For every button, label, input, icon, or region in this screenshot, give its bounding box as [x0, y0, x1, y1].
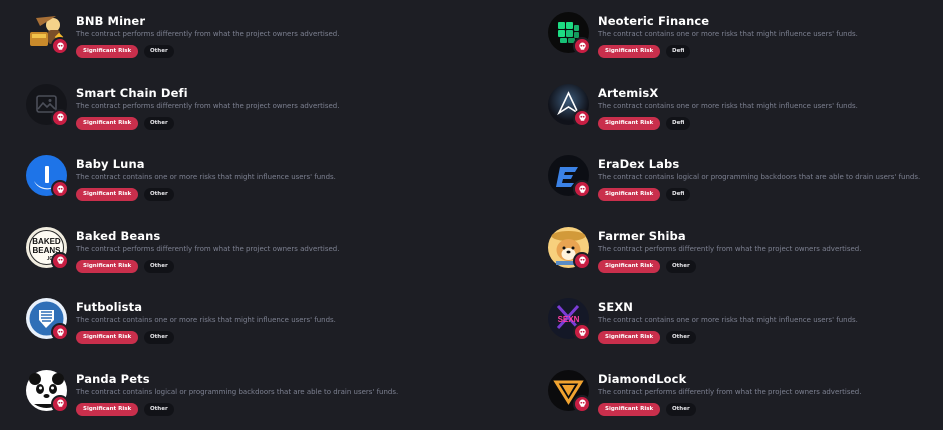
category-badge: Other — [144, 188, 174, 202]
project-name[interactable]: Baked Beans — [76, 229, 160, 243]
skull-icon — [573, 251, 591, 270]
skull-icon — [51, 37, 69, 55]
project-card[interactable]: BAKED BEANS .IO Baked Beans The contract per… — [26, 215, 486, 287]
project-card[interactable]: Neoteric Finance The contract contains on… — [548, 0, 943, 72]
project-name[interactable]: Panda Pets — [76, 372, 150, 386]
risk-badge: Significant Risk — [598, 259, 661, 273]
project-card[interactable]: Baby Luna The contract contains one or mo… — [26, 143, 486, 215]
project-name[interactable]: ArtemisX — [598, 86, 658, 100]
project-description: The contract contains one or more risks … — [76, 316, 336, 325]
project-list-right: Neoteric Finance The contract contains on… — [548, 0, 943, 430]
category-badge: Defi — [666, 116, 691, 130]
project-name[interactable]: Neoteric Finance — [598, 14, 709, 28]
project-description: The contract contains logical or program… — [598, 173, 921, 182]
project-name[interactable]: Futbolista — [76, 300, 142, 314]
category-badge: Defi — [666, 188, 691, 202]
project-card[interactable]: Futbolista The contract contains one or m… — [26, 286, 486, 358]
risk-badge: Significant Risk — [598, 188, 661, 202]
skull-icon — [573, 108, 591, 127]
project-description: The contract contains one or more risks … — [598, 316, 858, 325]
risk-badge: Significant Risk — [598, 116, 661, 130]
skull-icon — [51, 108, 69, 127]
project-card[interactable]: EraDex Labs The contract contains logical… — [548, 143, 943, 215]
logo-text: SEXN — [558, 315, 580, 324]
category-badge: Other — [144, 402, 174, 416]
risk-badge: Significant Risk — [76, 188, 139, 202]
category-badge: Other — [144, 116, 174, 130]
project-card[interactable]: Farmer Shiba The contract performs differ… — [548, 215, 943, 287]
project-card[interactable]: DiamondLock The contract performs differe… — [548, 358, 943, 430]
project-description: The contract performs differently from w… — [76, 244, 340, 253]
category-badge: Other — [144, 331, 174, 345]
skull-icon — [573, 37, 591, 55]
project-name[interactable]: SEXN — [598, 300, 633, 314]
skull-icon — [51, 394, 69, 413]
risk-badge: Significant Risk — [598, 45, 661, 58]
risk-badge: Significant Risk — [76, 402, 139, 416]
project-description: The contract performs differently from w… — [598, 244, 862, 253]
project-description: The contract contains logical or program… — [76, 387, 399, 396]
skull-icon — [573, 394, 591, 413]
risk-badge: Significant Risk — [598, 331, 661, 345]
project-description: The contract performs differently from w… — [76, 101, 340, 110]
category-badge: Other — [144, 259, 174, 273]
risk-badge: Significant Risk — [598, 402, 661, 416]
risk-badge: Significant Risk — [76, 331, 139, 345]
project-card[interactable]: ArtemisX The contract contains one or mor… — [548, 72, 943, 144]
project-description: The contract performs differently from w… — [76, 30, 340, 38]
project-name[interactable]: EraDex Labs — [598, 157, 679, 171]
project-description: The contract contains one or more risks … — [76, 173, 336, 182]
project-card[interactable]: Smart Chain Defi The contract performs di… — [26, 72, 486, 144]
category-badge: Other — [144, 45, 174, 58]
project-name[interactable]: Farmer Shiba — [598, 229, 686, 243]
project-name[interactable]: BNB Miner — [76, 14, 145, 28]
project-card[interactable]: SEXN SEXN The contract contains one or mor… — [548, 286, 943, 358]
risk-badge: Significant Risk — [76, 116, 139, 130]
logo-text: BAKED — [32, 237, 61, 246]
project-description: The contract contains one or more risks … — [598, 30, 858, 38]
risk-badge: Significant Risk — [76, 259, 139, 273]
skull-icon — [51, 251, 69, 270]
project-description: The contract performs differently from w… — [598, 387, 862, 396]
project-description: The contract contains one or more risks … — [598, 101, 858, 110]
project-card[interactable]: Panda Pets The contract contains logical … — [26, 358, 486, 430]
category-badge: Defi — [666, 45, 691, 58]
project-list-left: BNB Miner The contract performs different… — [26, 0, 486, 430]
category-badge: Other — [666, 259, 696, 273]
category-badge: Other — [666, 402, 696, 416]
category-badge: Other — [666, 331, 696, 345]
risk-badge: Significant Risk — [76, 45, 139, 58]
project-name[interactable]: Smart Chain Defi — [76, 86, 188, 100]
project-name[interactable]: DiamondLock — [598, 372, 686, 386]
project-name[interactable]: Baby Luna — [76, 157, 145, 171]
project-card[interactable]: BNB Miner The contract performs different… — [26, 0, 486, 72]
